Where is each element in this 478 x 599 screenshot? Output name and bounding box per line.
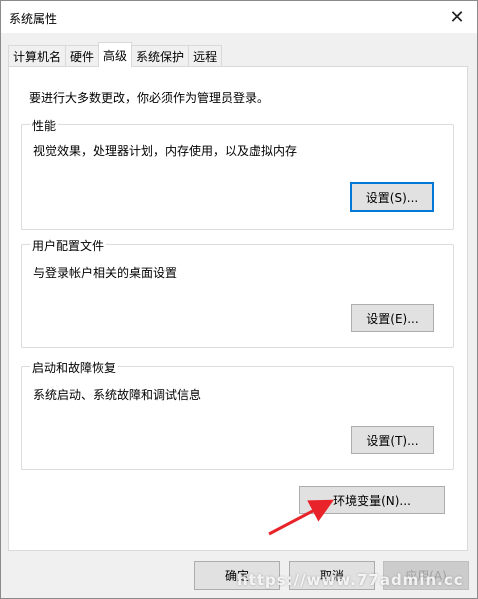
tab-hardware[interactable]: 硬件 — [65, 45, 100, 67]
user-profiles-group: 用户配置文件 与登录帐户相关的桌面设置 设置(E)... — [21, 237, 454, 348]
system-properties-window: 系统属性 ✕ 计算机名 硬件 高级 系统保护 远程 要进行大多数更改，你必须作为… — [0, 0, 478, 599]
tab-strip: 计算机名 硬件 高级 系统保护 远程 — [8, 42, 223, 67]
startup-recovery-group-label: 启动和故障恢复 — [30, 359, 119, 376]
admin-notice: 要进行大多数更改，你必须作为管理员登录。 — [29, 91, 270, 105]
startup-recovery-description: 系统启动、系统故障和调试信息 — [33, 388, 202, 402]
user-profiles-settings-button[interactable]: 设置(E)... — [351, 304, 434, 332]
cancel-button[interactable]: 取消 — [289, 561, 375, 590]
tab-system-protection[interactable]: 系统保护 — [131, 45, 190, 67]
tab-remote[interactable]: 远程 — [188, 45, 223, 67]
title-bar: 系统属性 ✕ — [1, 1, 477, 33]
performance-group: 性能 视觉效果，处理器计划，内存使用，以及虚拟内存 设置(S)... — [21, 117, 454, 230]
window-title: 系统属性 — [9, 12, 58, 26]
tab-computer-name[interactable]: 计算机名 — [8, 45, 67, 67]
performance-settings-button[interactable]: 设置(S)... — [350, 182, 434, 212]
performance-description: 视觉效果，处理器计划，内存使用，以及虚拟内存 — [33, 144, 298, 158]
startup-recovery-group: 启动和故障恢复 系统启动、系统故障和调试信息 设置(T)... — [21, 359, 454, 470]
tab-advanced[interactable]: 高级 — [98, 42, 133, 67]
apply-button: 应用(A) — [383, 561, 469, 590]
environment-variables-button[interactable]: 环境变量(N)... — [299, 486, 445, 514]
close-icon[interactable]: ✕ — [437, 1, 477, 33]
ok-button[interactable]: 确定 — [194, 561, 280, 590]
performance-group-label: 性能 — [30, 117, 59, 134]
user-profiles-group-label: 用户配置文件 — [30, 237, 107, 254]
user-profiles-description: 与登录帐户相关的桌面设置 — [33, 266, 178, 280]
startup-recovery-settings-button[interactable]: 设置(T)... — [351, 426, 434, 454]
advanced-tab-panel: 要进行大多数更改，你必须作为管理员登录。 性能 视觉效果，处理器计划，内存使用，… — [8, 66, 468, 551]
